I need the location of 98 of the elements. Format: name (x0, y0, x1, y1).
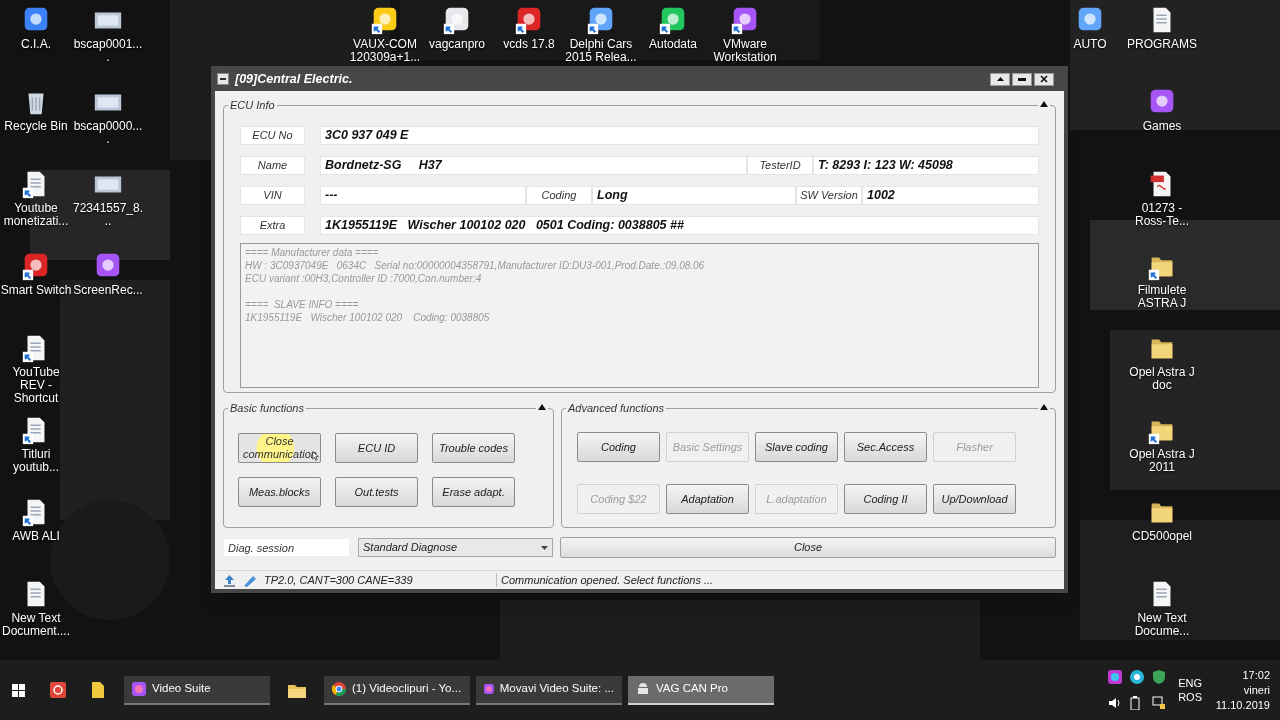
close-icon (1040, 75, 1048, 83)
desktop-icon-label[interactable]: Opel Astra J doc (1126, 366, 1198, 392)
taskbar-button[interactable]: VAG CAN Pro (628, 675, 774, 705)
group-title: Advanced functions (566, 401, 666, 415)
app-icon (484, 682, 494, 696)
desktop-icon-label[interactable]: Youtube monetizati... (0, 202, 72, 228)
android-icon (636, 682, 650, 696)
collapse-icon[interactable] (1040, 404, 1048, 410)
field-label: Name (240, 156, 305, 175)
collapse-icon[interactable] (538, 404, 546, 410)
minimize-button[interactable] (1012, 72, 1032, 86)
desktop-icon-label[interactable]: VMware Workstation (709, 38, 781, 64)
field-value: --- (320, 186, 526, 205)
desktop-icon-label[interactable]: Opel Astra J 2011 (1126, 448, 1198, 474)
close-button[interactable]: Close (560, 537, 1056, 558)
desktop-icon-label[interactable]: CD500opel (1126, 530, 1198, 543)
clock[interactable]: 17:02 vineri 11.10.2019 (1214, 667, 1270, 713)
app-icon (132, 682, 146, 696)
function-button[interactable]: Adaptation (666, 484, 749, 514)
desktop-icon-label[interactable]: AWB ALI (0, 530, 72, 543)
desktop-icon-label[interactable]: Filmulete ASTRA J (1126, 284, 1198, 310)
function-button[interactable]: Sec.Access (844, 432, 927, 462)
field-value: 3C0 937 049 E (320, 126, 1039, 145)
details-line: 1K1955119E Wischer 100102 020 Coding: 0038805 (245, 311, 491, 324)
details-line: ==== Manufacturer data ==== (245, 246, 380, 259)
details-line: ==== SLAVE INFO ==== (245, 298, 360, 311)
taskbar-button[interactable]: Movavi Video Suite: ... (476, 675, 622, 705)
function-button[interactable]: Coding II (844, 484, 927, 514)
desktop-icon-label[interactable]: bscap0000.... (72, 120, 144, 146)
function-button[interactable]: Trouble codes (432, 433, 515, 463)
desktop-icon-label[interactable]: New Text Document.... (0, 612, 72, 638)
desktop-icon-label[interactable]: PROGRAMS (1126, 38, 1198, 51)
windows-start-icon[interactable] (12, 683, 25, 697)
details-line: ECU variant :00H3,Controller ID :7000,Con.number:4 (245, 272, 483, 285)
connection-status: TP2.0, CANT=300 CANE=339 (264, 572, 414, 588)
function-button[interactable]: Meas.blocks (238, 477, 321, 507)
field-value: 1002 (862, 186, 1039, 205)
desktop-icon-label[interactable]: ScreenRec... (72, 284, 144, 297)
battery-icon[interactable] (1130, 696, 1141, 710)
desktop-icon-label[interactable]: vagcanpro (421, 38, 493, 51)
language-indicator[interactable]: ENG ROS (1178, 676, 1202, 704)
field-value: Bordnetz-SG H37 (320, 156, 747, 175)
window-menu-icon[interactable] (217, 73, 229, 85)
field-label: ECU No (240, 126, 305, 145)
upload-icon[interactable] (223, 573, 236, 587)
scroll-up-button[interactable] (990, 72, 1010, 86)
desktop-icon-label[interactable]: Delphi Cars 2015 Relea... (565, 38, 637, 64)
desktop-icon-label[interactable]: VAUX-COM 120309a+1... (349, 38, 421, 64)
desktop-icon-label[interactable]: vcds 17.8 (493, 38, 565, 51)
function-button[interactable]: Up/Download (933, 484, 1016, 514)
function-button[interactable]: Coding (577, 432, 660, 462)
desktop-icon-label[interactable]: AUTO (1054, 38, 1126, 51)
collapse-icon[interactable] (1040, 101, 1048, 107)
file-icon[interactable] (92, 682, 104, 698)
desktop-icon-label[interactable]: Titluri youtub... (0, 448, 72, 474)
desktop-icon-label[interactable]: 72341557_8... (72, 202, 144, 228)
diag-session-field[interactable]: Diag. session (223, 538, 350, 557)
status-message: Communication opened. Select functions ... (501, 572, 714, 588)
app-icon[interactable] (50, 682, 66, 698)
desktop-icon-label[interactable]: Recycle Bin (0, 120, 72, 133)
desktop-icon-label[interactable]: YouTube REV - Shortcut (0, 366, 72, 405)
field-label: VIN (240, 186, 305, 205)
field-label: TesterID (747, 156, 813, 175)
desktop-icon-label[interactable]: bscap0001.... (72, 38, 144, 64)
field-value: T: 8293 I: 123 W: 45098 (813, 156, 1039, 175)
shield-icon[interactable] (1152, 670, 1167, 684)
triangle-up-icon (996, 77, 1004, 81)
close-window-button[interactable] (1034, 72, 1054, 86)
session-dropdown[interactable]: Standard Diagnose (358, 538, 553, 557)
tray-app-icon[interactable] (1130, 670, 1145, 684)
desktop-icon-label[interactable]: Autodata (637, 38, 709, 51)
function-button[interactable]: Slave coding (755, 432, 838, 462)
desktop-icon-label[interactable]: Smart Switch (0, 284, 72, 297)
taskbar-button[interactable]: Video Suite (124, 675, 270, 705)
field-label: Coding (526, 186, 592, 205)
function-button[interactable]: Close communication (238, 433, 321, 463)
dropdown-caret-icon (541, 545, 548, 550)
desktop-icon-label[interactable]: 01273 - Ross-Te... (1126, 202, 1198, 228)
speaker-icon[interactable] (1108, 696, 1123, 710)
field-value: 1K1955119E Wischer 100102 020 0501 Coding: 0038805 ## (320, 216, 1039, 235)
folder-icon[interactable] (288, 682, 306, 698)
desktop-icon-label[interactable]: Games (1126, 120, 1198, 133)
group-title: ECU Info (228, 98, 277, 112)
function-button[interactable]: Erase adapt. (432, 477, 515, 507)
group-title: Basic functions (228, 401, 306, 415)
field-label: Extra (240, 216, 305, 235)
function-button[interactable]: Out.tests (335, 477, 418, 507)
field-label: SW Version (796, 186, 862, 205)
function-button[interactable]: ECU ID (335, 433, 418, 463)
taskbar-button[interactable]: (1) Videoclipuri - Yo... (324, 675, 470, 705)
desktop-icon-label[interactable]: New Text Docume... (1126, 612, 1198, 638)
desktop-icon-label[interactable]: C.I.A. (0, 38, 72, 51)
tray-app-icon[interactable] (1108, 670, 1123, 684)
minimize-icon (1018, 77, 1026, 81)
browser-icon (332, 682, 346, 696)
field-value: Long (592, 186, 796, 205)
window-title: [09]Central Electric. (235, 70, 353, 88)
details-line: HW : 3C0937049E 0634C Serial no:00000004358791,Manufacturer ID:DU3-001,Prod.Date.:09.08.06 (245, 259, 706, 272)
